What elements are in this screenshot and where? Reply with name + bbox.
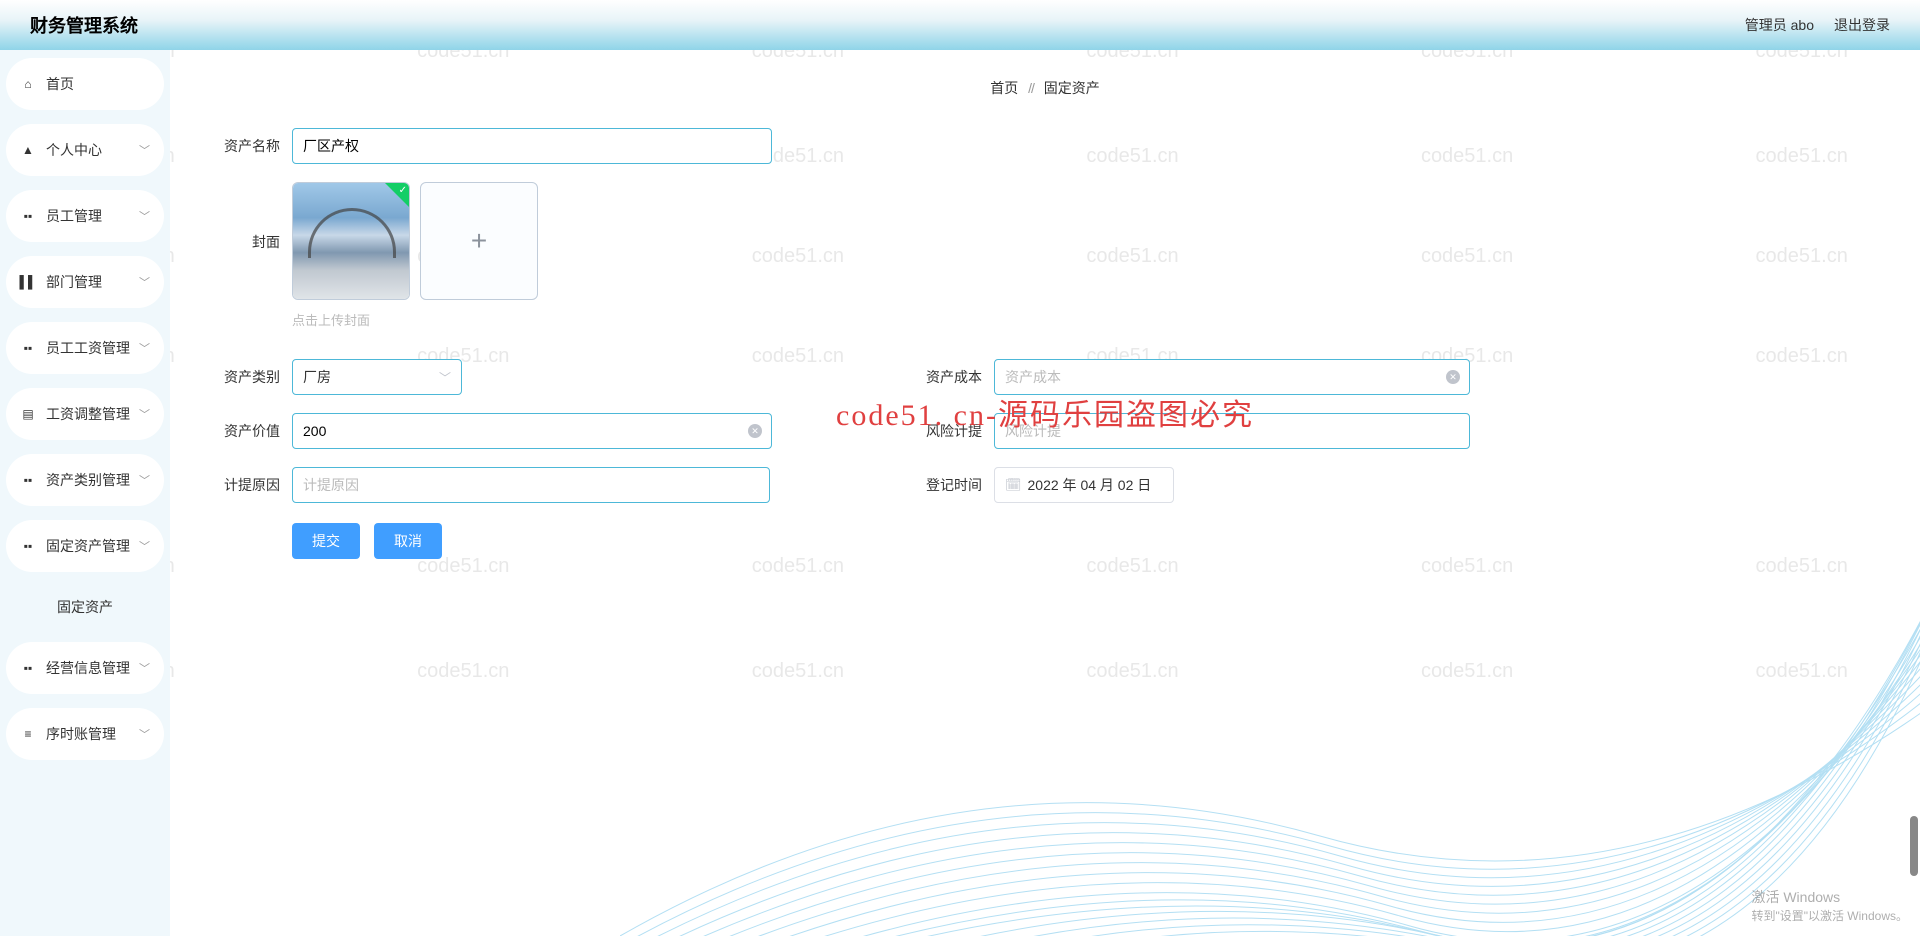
chevron-down-icon: ﹀ xyxy=(139,406,150,422)
sidebar-item-salary[interactable]: ▪▪ 员工工资管理 ﹀ xyxy=(6,322,164,374)
grid-icon: ▪▪ xyxy=(20,340,36,356)
admin-link[interactable]: 管理员 abo xyxy=(1745,15,1814,35)
clear-icon[interactable]: ✕ xyxy=(748,424,762,438)
sidebar-item-business[interactable]: ▪▪ 经营信息管理 ﹀ xyxy=(6,642,164,694)
cover-label: 封面 xyxy=(210,182,280,252)
sidebar-item-ledger[interactable]: ≡ 序时账管理 ﹀ xyxy=(6,708,164,760)
asset-name-label: 资产名称 xyxy=(210,136,280,156)
sidebar-item-asset-type[interactable]: ▪▪ 资产类别管理 ﹀ xyxy=(6,454,164,506)
breadcrumb-sep: // xyxy=(1028,80,1034,96)
chart-icon: ▌▌ xyxy=(20,274,36,290)
watermark: code51.cncode51.cncode51.cncode51.cncode… xyxy=(170,660,1920,683)
asset-type-select[interactable]: 厂房 ﹀ xyxy=(292,359,462,395)
user-icon: ▲ xyxy=(20,142,36,158)
reg-time-picker[interactable]: 🗓 2022 年 04 月 02 日 xyxy=(994,467,1174,503)
sidebar-label: 首页 xyxy=(46,74,150,94)
breadcrumb: 首页 // 固定资产 xyxy=(210,78,1880,98)
sidebar-label: 部门管理 xyxy=(46,272,139,292)
sidebar-label: 个人中心 xyxy=(46,140,139,160)
grid-icon: ▪▪ xyxy=(20,660,36,676)
grid-icon: ▪▪ xyxy=(20,208,36,224)
user-area: 管理员 abo 退出登录 xyxy=(1745,15,1890,35)
risk-input[interactable] xyxy=(994,413,1470,449)
asset-value-input[interactable] xyxy=(292,413,772,449)
grid-icon: ▪▪ xyxy=(20,472,36,488)
windows-activation: 激活 Windows 转到"设置"以激活 Windows。 xyxy=(1751,887,1908,924)
breadcrumb-current: 固定资产 xyxy=(1044,80,1100,96)
reg-time-label: 登记时间 xyxy=(912,475,982,495)
list-icon: ≡ xyxy=(20,726,36,742)
sidebar-label: 员工工资管理 xyxy=(46,338,139,358)
check-icon xyxy=(385,183,409,207)
main-content: code51.cncode51.cncode51.cncode51.cncode… xyxy=(170,50,1920,936)
asset-name-input[interactable] xyxy=(292,128,772,164)
header: 财务管理系统 管理员 abo 退出登录 xyxy=(0,0,1920,50)
chevron-down-icon: ﹀ xyxy=(139,274,150,290)
calendar-icon: 🗓 xyxy=(1005,477,1022,493)
asset-cost-label: 资产成本 xyxy=(912,367,982,387)
home-icon: ⌂ xyxy=(20,76,36,92)
risk-label: 风险计提 xyxy=(912,421,982,441)
chevron-down-icon: ﹀ xyxy=(139,142,150,158)
sidebar-label: 员工管理 xyxy=(46,206,139,226)
doc-icon: ▤ xyxy=(20,406,36,422)
asset-form: 资产名称 封面 + 点击上传封面 资产类别 xyxy=(210,128,1470,559)
asset-cost-input[interactable] xyxy=(994,359,1470,395)
scrollbar-thumb[interactable] xyxy=(1910,816,1918,876)
select-value: 厂房 xyxy=(303,367,331,387)
sidebar-label: 工资调整管理 xyxy=(46,404,139,424)
sidebar-label: 序时账管理 xyxy=(46,724,139,744)
sidebar-sub-label: 固定资产 xyxy=(57,597,113,617)
breadcrumb-home[interactable]: 首页 xyxy=(990,80,1018,96)
submit-button[interactable]: 提交 xyxy=(292,523,360,559)
chevron-down-icon: ﹀ xyxy=(139,538,150,554)
logout-link[interactable]: 退出登录 xyxy=(1834,15,1890,35)
reason-label: 计提原因 xyxy=(210,475,280,495)
sidebar-item-salary-adjust[interactable]: ▤ 工资调整管理 ﹀ xyxy=(6,388,164,440)
app-title: 财务管理系统 xyxy=(30,12,138,38)
grid-icon: ▪▪ xyxy=(20,538,36,554)
plus-icon: + xyxy=(471,225,487,257)
chevron-down-icon: ﹀ xyxy=(139,208,150,224)
watermark: code51.cncode51.cncode51.cncode51.cncode… xyxy=(170,50,1920,63)
upload-hint: 点击上传封面 xyxy=(292,310,1470,329)
chevron-down-icon: ﹀ xyxy=(439,369,451,386)
sidebar-item-staff[interactable]: ▪▪ 员工管理 ﹀ xyxy=(6,190,164,242)
sidebar-item-home[interactable]: ⌂ 首页 xyxy=(6,58,164,110)
sidebar-label: 固定资产管理 xyxy=(46,536,139,556)
clear-icon[interactable]: ✕ xyxy=(1446,370,1460,384)
sidebar: ⌂ 首页 ▲ 个人中心 ﹀ ▪▪ 员工管理 ﹀ ▌▌ 部门管理 ﹀ ▪▪ 员工工… xyxy=(0,50,170,936)
asset-type-label: 资产类别 xyxy=(210,367,280,387)
chevron-down-icon: ﹀ xyxy=(139,340,150,356)
cancel-button[interactable]: 取消 xyxy=(374,523,442,559)
sidebar-label: 经营信息管理 xyxy=(46,658,139,678)
sidebar-item-fixed-asset[interactable]: ▪▪ 固定资产管理 ﹀ xyxy=(6,520,164,572)
sidebar-label: 资产类别管理 xyxy=(46,470,139,490)
asset-value-label: 资产价值 xyxy=(210,421,280,441)
reason-input[interactable] xyxy=(292,467,770,503)
chevron-down-icon: ﹀ xyxy=(139,726,150,742)
chevron-down-icon: ﹀ xyxy=(139,660,150,676)
sidebar-sub-fixed-asset[interactable]: 固定资产 xyxy=(6,586,164,628)
cover-thumbnail[interactable] xyxy=(292,182,410,300)
chevron-down-icon: ﹀ xyxy=(139,472,150,488)
date-value: 2022 年 04 月 02 日 xyxy=(1028,475,1152,495)
sidebar-item-profile[interactable]: ▲ 个人中心 ﹀ xyxy=(6,124,164,176)
sidebar-item-dept[interactable]: ▌▌ 部门管理 ﹀ xyxy=(6,256,164,308)
upload-add-button[interactable]: + xyxy=(420,182,538,300)
